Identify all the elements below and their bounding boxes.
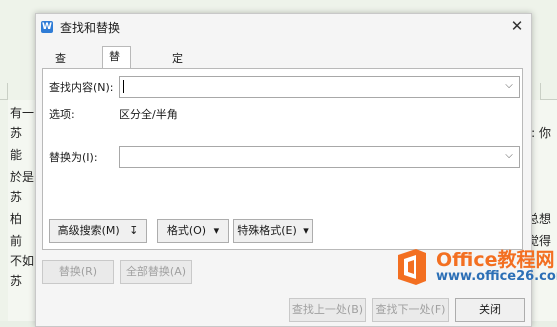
- find-previous-button[interactable]: 查找上一处(B): [289, 298, 366, 322]
- replace-button[interactable]: 替换(R): [42, 260, 114, 284]
- doc-line: 不如: [10, 254, 35, 268]
- margin-mark: [540, 83, 541, 100]
- expand-arrow-icon: ↧: [129, 224, 139, 237]
- replace-input[interactable]: ⌵: [119, 146, 520, 168]
- doc-line: 於是: [10, 170, 35, 184]
- options-value: 区分全/半角: [119, 108, 178, 121]
- doc-line: 苏: [10, 190, 23, 204]
- dropdown-arrow-icon: ▾: [213, 224, 220, 237]
- format-button[interactable]: 格式(O) ▾: [157, 219, 229, 243]
- doc-line: 苏: [10, 126, 23, 140]
- replace-label: 替换为(I):: [49, 151, 98, 164]
- close-icon[interactable]: ✕: [507, 16, 527, 36]
- doc-line: 能: [10, 148, 23, 162]
- special-format-button[interactable]: 特殊格式(E) ▾: [233, 219, 313, 243]
- dialog-titlebar[interactable]: W 查找和替换 ✕: [36, 14, 531, 40]
- text-caret: [123, 80, 124, 93]
- tab-find[interactable]: 查找(D): [48, 48, 79, 103]
- office-logo-icon: [398, 249, 426, 285]
- options-label: 选项:: [49, 108, 75, 121]
- chevron-down-icon[interactable]: ⌵: [502, 79, 516, 93]
- margin-mark: [540, 99, 557, 100]
- doc-line: 柏: [10, 212, 23, 226]
- tab-replace[interactable]: 替换(P): [102, 46, 132, 101]
- chevron-down-icon[interactable]: ⌵: [502, 149, 516, 163]
- replace-panel: 查找内容(N): ⌵ 选项: 区分全/半角 替换为(I): ⌵ 高级搜索(M) …: [42, 68, 523, 250]
- replace-all-button[interactable]: 全部替换(A): [120, 260, 192, 284]
- tab-goto[interactable]: 定位(G): [165, 48, 196, 103]
- margin-mark: [7, 83, 8, 100]
- margin-mark: [0, 99, 8, 100]
- doc-line: 苏: [10, 274, 23, 288]
- dropdown-arrow-icon: ▾: [303, 224, 309, 237]
- doc-line: 前: [10, 234, 23, 248]
- advanced-search-button[interactable]: 高级搜索(M) ↧: [49, 219, 147, 243]
- watermark-url: www.office26.com: [436, 269, 557, 284]
- dialog-title: 查找和替换: [60, 21, 121, 35]
- find-label: 查找内容(N):: [49, 81, 114, 94]
- doc-line: : 你: [531, 126, 551, 140]
- find-input[interactable]: ⌵: [119, 76, 520, 98]
- watermark-brand: Office教程网: [436, 249, 555, 271]
- wps-writer-icon: W: [41, 21, 53, 33]
- doc-line: 有一: [10, 106, 35, 120]
- watermark: Office教程网 www.office26.com: [388, 241, 557, 321]
